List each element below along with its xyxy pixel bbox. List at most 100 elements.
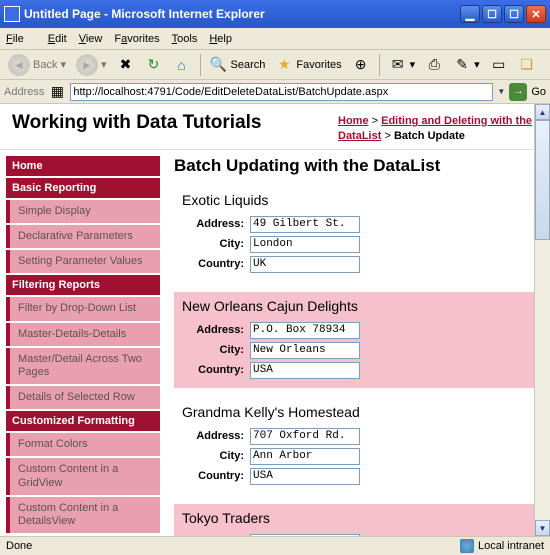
back-icon: ◄ — [8, 54, 30, 76]
scroll-thumb[interactable] — [535, 120, 550, 240]
field-label: Address: — [182, 324, 244, 336]
page-header: Working with Data Tutorials Home > Editi… — [0, 104, 550, 150]
field-label: Address: — [182, 218, 244, 230]
field-label: Country: — [182, 364, 244, 376]
content-area: Working with Data Tutorials Home > Editi… — [0, 104, 550, 536]
scroll-track[interactable] — [535, 240, 550, 520]
address-input[interactable] — [250, 322, 360, 339]
field-label: Country: — [182, 258, 244, 270]
window-titlebar: Untitled Page - Microsoft Internet Explo… — [0, 0, 550, 28]
sidebar-item[interactable]: Filter by Drop-Down List — [6, 297, 160, 320]
vertical-scrollbar[interactable]: ▲ ▼ — [534, 104, 550, 536]
sidebar-item[interactable]: Custom Content in a GridView — [6, 458, 160, 494]
page-icon: ▦ — [48, 83, 66, 101]
address-dropdown[interactable]: ▼ — [497, 87, 505, 96]
research-button[interactable]: ❑ — [514, 54, 540, 76]
media-button[interactable]: ⊕ — [348, 54, 374, 76]
menu-edit[interactable]: Edit — [48, 33, 67, 45]
edit-button[interactable]: ✎▾ — [449, 54, 484, 76]
search-button[interactable]: 🔍Search — [206, 54, 270, 76]
country-input[interactable] — [250, 256, 360, 273]
scroll-up-button[interactable]: ▲ — [535, 104, 550, 120]
minimize-button[interactable]: ▁ — [460, 5, 480, 23]
breadcrumb-home[interactable]: Home — [338, 115, 369, 127]
stop-icon: ✖ — [117, 56, 135, 74]
sidebar-item[interactable]: Details of Selected Row — [6, 386, 160, 409]
sidebar: Home Basic ReportingSimple DisplayDeclar… — [0, 150, 160, 536]
supplier-name: Tokyo Traders — [182, 510, 528, 526]
address-input[interactable] — [250, 428, 360, 445]
menu-help[interactable]: Help — [209, 33, 232, 45]
print-button[interactable]: ⎙ — [421, 54, 447, 76]
go-button[interactable]: → — [509, 83, 527, 101]
supplier-block: Exotic LiquidsAddress:City:Country: — [174, 186, 536, 282]
favorites-button[interactable]: ★Favorites — [271, 54, 345, 76]
sidebar-item[interactable]: Custom Content in a DetailsView — [6, 497, 160, 533]
supplier-block: Grandma Kelly's Homestead Address: City: Co… — [174, 398, 536, 494]
sidebar-item[interactable]: Declarative Parameters — [6, 225, 160, 248]
stop-button[interactable]: ✖ — [113, 54, 139, 76]
scroll-down-button[interactable]: ▼ — [535, 520, 550, 536]
field-label: City: — [182, 238, 244, 250]
search-icon: 🔍 — [210, 56, 228, 74]
zone-label: Local intranet — [478, 540, 544, 552]
supplier-name: New Orleans Cajun Delights — [182, 298, 528, 314]
body-row: Home Basic ReportingSimple DisplayDeclar… — [0, 150, 550, 536]
supplier-name: Grandma Kelly's Homestead — [182, 404, 528, 420]
page-title: Working with Data Tutorials — [12, 112, 338, 134]
main-heading: Batch Updating with the DataList — [174, 156, 536, 176]
back-button[interactable]: ◄ Back ▾ — [4, 52, 70, 78]
city-input[interactable] — [250, 448, 360, 465]
print-icon: ⎙ — [425, 56, 443, 74]
field-row: Country: — [182, 468, 528, 485]
forward-button[interactable]: ► ▾ — [72, 52, 111, 78]
field-row: Address: — [182, 216, 528, 233]
address-input[interactable] — [250, 216, 360, 233]
country-input[interactable] — [250, 468, 360, 485]
window-buttons: ▁ ☐ ☐ ✕ — [460, 5, 546, 23]
security-zone: Local intranet — [460, 539, 544, 553]
field-row: Country: — [182, 256, 528, 273]
field-label: City: — [182, 450, 244, 462]
field-label: Country: — [182, 470, 244, 482]
sidebar-item[interactable]: Format Colors — [6, 433, 160, 456]
address-input[interactable] — [250, 534, 360, 536]
field-label: Address: — [182, 430, 244, 442]
city-input[interactable] — [250, 236, 360, 253]
sidebar-item[interactable]: Master-Details-Details — [6, 323, 160, 346]
go-label: Go — [531, 86, 546, 98]
home-icon: ⌂ — [173, 56, 191, 74]
close-button[interactable]: ✕ — [526, 5, 546, 23]
media-icon: ⊕ — [352, 56, 370, 74]
separator — [379, 54, 380, 76]
menu-view[interactable]: View — [79, 33, 103, 45]
country-input[interactable] — [250, 362, 360, 379]
field-row: City: — [182, 236, 528, 253]
discuss-button[interactable]: ▭ — [486, 54, 512, 76]
home-button[interactable]: ⌂ — [169, 54, 195, 76]
sidebar-header[interactable]: Customized Formatting — [6, 411, 160, 431]
menu-tools[interactable]: Tools — [172, 33, 198, 45]
sidebar-item[interactable]: Setting Parameter Values — [6, 250, 160, 273]
menu-favorites[interactable]: Favorites — [114, 33, 159, 45]
field-row: City: — [182, 448, 528, 465]
field-label: City: — [182, 344, 244, 356]
mail-button[interactable]: ✉▾ — [385, 54, 420, 76]
sidebar-item[interactable]: Master/Detail Across Two Pages — [6, 348, 160, 384]
sidebar-item[interactable]: Simple Display — [6, 200, 160, 223]
menu-bar: Filedocument.currentScript.previousEleme… — [0, 28, 550, 50]
maximize-button[interactable]: ☐ — [504, 5, 524, 23]
supplier-block: Tokyo TradersAddress:City:Country: — [174, 504, 536, 536]
address-input[interactable] — [70, 83, 493, 101]
city-input[interactable] — [250, 342, 360, 359]
field-row: Address: — [182, 322, 528, 339]
discuss-icon: ▭ — [490, 56, 508, 74]
star-icon: ★ — [275, 56, 293, 74]
refresh-button[interactable]: ↻ — [141, 54, 167, 76]
sidebar-header[interactable]: Filtering Reports — [6, 275, 160, 295]
sidebar-header[interactable]: Basic Reporting — [6, 178, 160, 198]
zone-icon — [460, 539, 474, 553]
restore-button[interactable]: ☐ — [482, 5, 502, 23]
sidebar-home[interactable]: Home — [6, 156, 160, 176]
menu-file[interactable]: Filedocument.currentScript.previousEleme… — [6, 33, 36, 45]
